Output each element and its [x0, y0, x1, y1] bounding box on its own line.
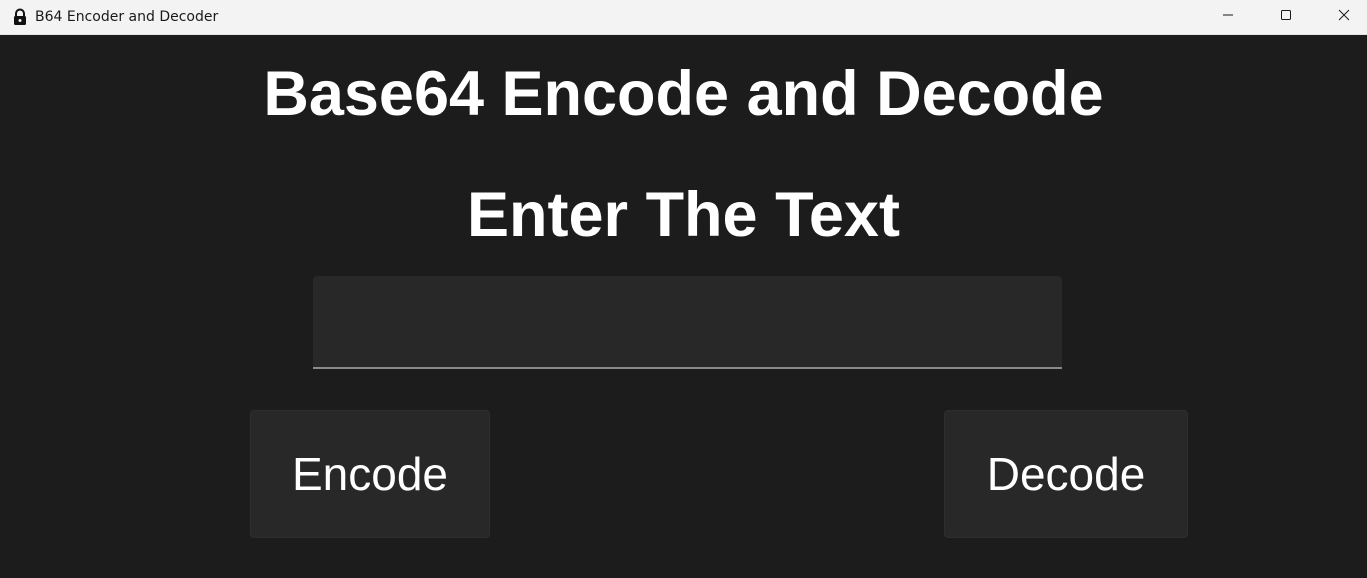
- maximize-button[interactable]: [1257, 0, 1315, 34]
- input-prompt-label: Enter The Text: [467, 180, 900, 250]
- maximize-icon: [1280, 8, 1292, 26]
- minimize-icon: [1222, 8, 1234, 26]
- text-input[interactable]: [313, 276, 1062, 369]
- encode-button[interactable]: Encode: [250, 410, 490, 538]
- close-button[interactable]: [1315, 0, 1367, 34]
- app-window: B64 Encoder and Decoder Base64 Encode an…: [0, 0, 1367, 578]
- decode-button[interactable]: Decode: [944, 410, 1188, 538]
- close-icon: [1338, 8, 1350, 26]
- main-content: Base64 Encode and Decode Enter The Text …: [0, 35, 1367, 578]
- window-title: B64 Encoder and Decoder: [35, 9, 219, 25]
- lock-icon: [12, 8, 28, 26]
- page-title: Base64 Encode and Decode: [263, 59, 1104, 129]
- title-bar[interactable]: B64 Encoder and Decoder: [0, 0, 1367, 35]
- minimize-button[interactable]: [1199, 0, 1257, 34]
